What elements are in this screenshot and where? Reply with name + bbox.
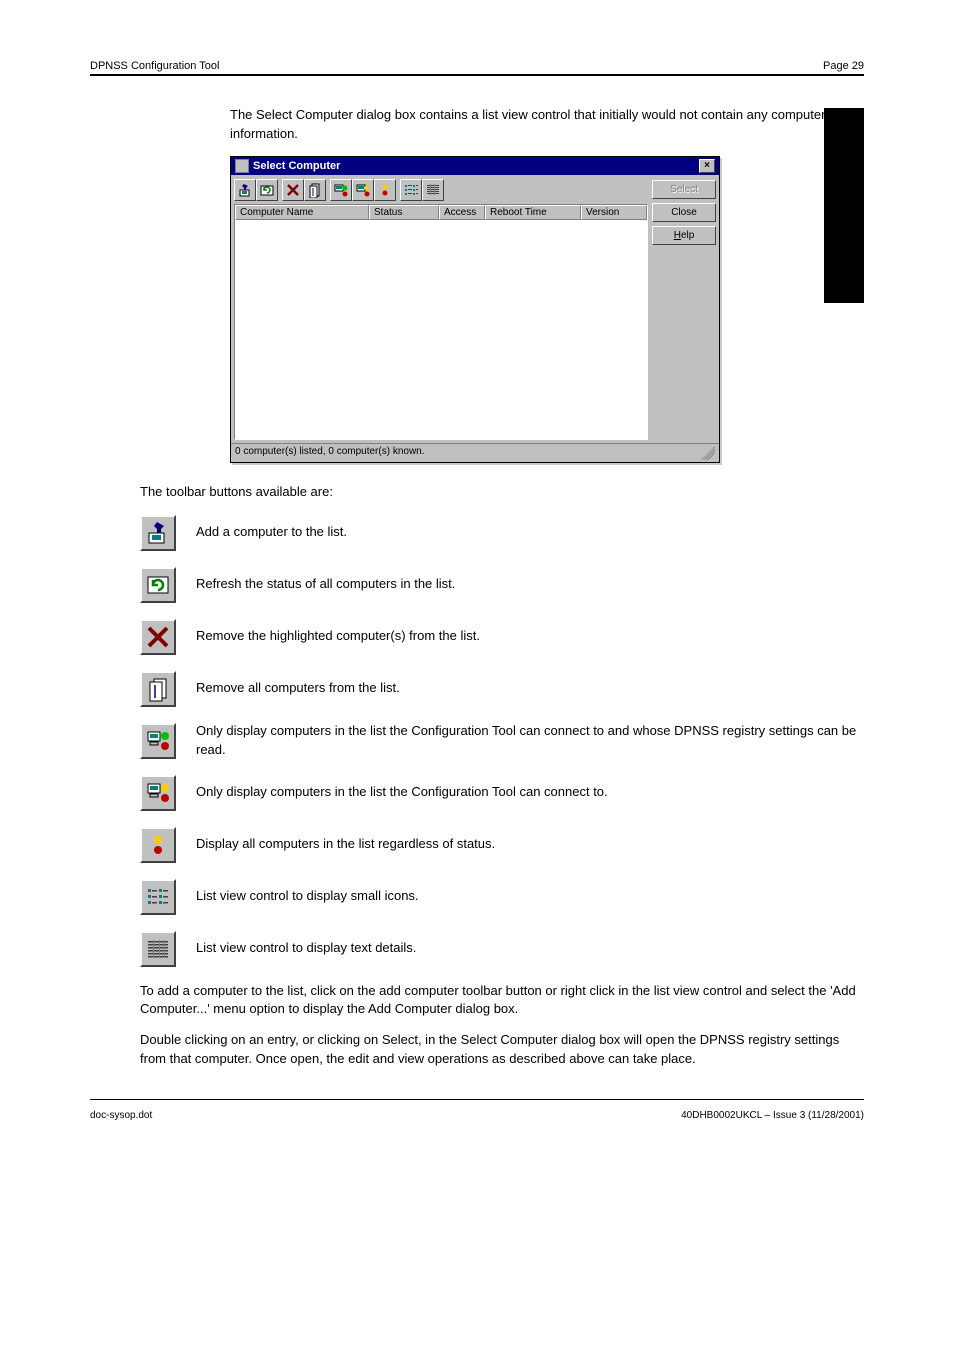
legend-label: Remove all computers from the list. bbox=[196, 679, 400, 697]
refresh-icon[interactable] bbox=[256, 179, 278, 201]
footer-left: doc-sysop.dot bbox=[90, 1110, 152, 1121]
remove-selected-icon bbox=[140, 619, 176, 655]
legend-row: List view control to display small icons… bbox=[140, 878, 864, 916]
legend-row: Refresh the status of all computers in t… bbox=[140, 566, 864, 604]
legend-label: Only display computers in the list the C… bbox=[196, 722, 864, 758]
footer-rule bbox=[90, 1099, 864, 1100]
legend-label: Remove the highlighted computer(s) from … bbox=[196, 627, 480, 645]
select-button: Select bbox=[652, 180, 716, 199]
header-rule bbox=[90, 74, 864, 76]
remove-selected-icon[interactable] bbox=[282, 179, 304, 201]
col-access[interactable]: Access bbox=[439, 205, 485, 220]
icon-legend: Add a computer to the list. Refresh the … bbox=[140, 514, 864, 968]
dialog-toolbar bbox=[234, 178, 648, 204]
legend-label: List view control to display small icons… bbox=[196, 887, 419, 905]
legend-label: Refresh the status of all computers in t… bbox=[196, 575, 455, 593]
filter-all-icon[interactable] bbox=[374, 179, 396, 201]
legend-label: Add a computer to the list. bbox=[196, 523, 347, 541]
legend-row: List view control to display text detail… bbox=[140, 930, 864, 968]
listview-header: Computer Name Status Access Reboot Time … bbox=[235, 205, 647, 220]
dialog-title: Select Computer bbox=[253, 160, 699, 172]
col-reboot-time[interactable]: Reboot Time bbox=[485, 205, 581, 220]
legend-row: Only display computers in the list the C… bbox=[140, 722, 864, 760]
view-details-icon[interactable] bbox=[422, 179, 444, 201]
legend-row: Remove the highlighted computer(s) from … bbox=[140, 618, 864, 656]
help-button[interactable]: Help bbox=[652, 226, 716, 245]
select-computer-dialog: Select Computer × bbox=[230, 156, 720, 463]
add-computer-icon bbox=[140, 515, 176, 551]
closing-2: Double clicking on an entry, or clicking… bbox=[140, 1031, 864, 1069]
status-text: 0 computer(s) listed, 0 computer(s) know… bbox=[235, 446, 425, 460]
side-tab bbox=[824, 108, 864, 303]
view-small-icons-icon bbox=[140, 879, 176, 915]
close-button[interactable]: Close bbox=[652, 203, 716, 222]
filter-readable-icon[interactable] bbox=[330, 179, 352, 201]
statusbar: 0 computer(s) listed, 0 computer(s) know… bbox=[231, 443, 719, 462]
col-computer-name[interactable]: Computer Name bbox=[235, 205, 369, 220]
app-icon bbox=[235, 159, 249, 173]
remove-all-icon bbox=[140, 671, 176, 707]
legend-label: Display all computers in the list regard… bbox=[196, 835, 495, 853]
filter-all-icon bbox=[140, 827, 176, 863]
legend-label: List view control to display text detail… bbox=[196, 939, 416, 957]
filter-readable-icon bbox=[140, 723, 176, 759]
col-status[interactable]: Status bbox=[369, 205, 439, 220]
legend-row: Add a computer to the list. bbox=[140, 514, 864, 552]
intro-text: The Select Computer dialog box contains … bbox=[230, 106, 864, 144]
legend-row: Only display computers in the list the C… bbox=[140, 774, 864, 812]
header-left: DPNSS Configuration Tool bbox=[90, 60, 219, 72]
titlebar: Select Computer × bbox=[231, 157, 719, 175]
view-small-icons-icon[interactable] bbox=[400, 179, 422, 201]
header-page: Page 29 bbox=[823, 60, 864, 72]
refresh-icon bbox=[140, 567, 176, 603]
computer-listview[interactable]: Computer Name Status Access Reboot Time … bbox=[234, 204, 648, 440]
close-icon[interactable]: × bbox=[699, 159, 715, 173]
add-computer-icon[interactable] bbox=[234, 179, 256, 201]
resize-grip-icon[interactable] bbox=[701, 446, 715, 460]
col-version[interactable]: Version bbox=[581, 205, 647, 220]
footer-right: 40DHB0002UKCL – Issue 3 (11/28/2001) bbox=[681, 1110, 864, 1121]
legend-label: Only display computers in the list the C… bbox=[196, 783, 608, 801]
toolbar-intro: The toolbar buttons available are: bbox=[140, 483, 864, 502]
legend-row: Display all computers in the list regard… bbox=[140, 826, 864, 864]
view-details-icon bbox=[140, 931, 176, 967]
legend-row: Remove all computers from the list. bbox=[140, 670, 864, 708]
filter-connectable-icon[interactable] bbox=[352, 179, 374, 201]
remove-all-icon[interactable] bbox=[304, 179, 326, 201]
closing-1: To add a computer to the list, click on … bbox=[140, 982, 864, 1020]
filter-connectable-icon bbox=[140, 775, 176, 811]
